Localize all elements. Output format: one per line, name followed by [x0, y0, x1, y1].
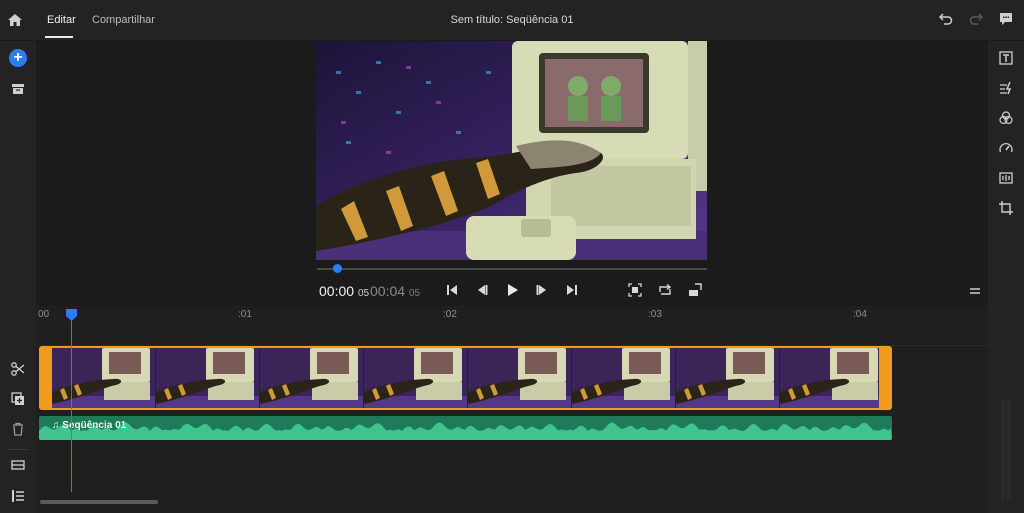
track-icon[interactable] — [10, 457, 26, 473]
comment-icon[interactable] — [998, 11, 1014, 27]
audio-track-label: ♫ Seqüência 01 — [52, 420, 127, 431]
ruler-tick: :04 — [853, 309, 867, 320]
clip-thumbnail — [780, 348, 879, 408]
skip-to-start-icon[interactable] — [444, 282, 460, 298]
audio-icon[interactable] — [998, 170, 1014, 186]
clip-thumbnail — [572, 348, 676, 408]
total-time: 00:04 — [370, 283, 406, 299]
total-timecode: 00:04 05 — [370, 283, 420, 299]
timeline-scrollbar[interactable] — [40, 500, 158, 504]
archive-icon[interactable] — [10, 81, 26, 97]
audio-waveform — [39, 422, 892, 440]
fit-frame-icon[interactable] — [627, 282, 643, 298]
audio-clip[interactable] — [39, 416, 892, 440]
play-icon[interactable] — [504, 282, 520, 298]
ruler-tick: :01 — [238, 309, 252, 320]
video-frame-image — [316, 41, 707, 260]
duplicate-icon[interactable] — [10, 391, 26, 407]
left-toolbar — [0, 41, 36, 513]
playhead-handle[interactable] — [66, 309, 77, 321]
step-forward-icon[interactable] — [534, 282, 550, 298]
transitions-icon[interactable] — [998, 80, 1014, 96]
total-frames: 05 — [408, 288, 421, 299]
preview-scrubber[interactable] — [317, 268, 707, 270]
ruler-tick: :02 — [443, 309, 457, 320]
video-preview[interactable] — [316, 41, 707, 260]
crop-icon[interactable] — [998, 200, 1014, 216]
clip-thumbnail — [676, 348, 780, 408]
current-frames: 05 — [357, 288, 370, 299]
trash-icon[interactable] — [10, 421, 26, 437]
loop-icon[interactable] — [657, 282, 673, 298]
add-media-button[interactable]: + — [9, 49, 27, 67]
audio-meter — [1001, 400, 1011, 500]
document-title: Sem título: Seqüência 01 — [450, 14, 574, 26]
scrubber-handle[interactable] — [332, 264, 342, 273]
menu-icon[interactable] — [967, 283, 983, 299]
clip-thumbnail — [260, 348, 364, 408]
clip-thumbnail — [468, 348, 572, 408]
video-clip-thumbnails[interactable] — [52, 348, 879, 408]
fullscreen-icon[interactable] — [687, 282, 703, 298]
clip-thumbnail — [364, 348, 468, 408]
clip-thumbnail — [156, 348, 260, 408]
current-timecode: 00:00 05 — [319, 283, 369, 299]
scissors-icon[interactable] — [10, 361, 26, 377]
divider — [8, 449, 28, 450]
titles-icon[interactable] — [998, 50, 1014, 66]
clip-thumbnail — [52, 348, 156, 408]
ruler-tick: 00 — [38, 309, 50, 320]
active-tab-indicator — [45, 36, 73, 38]
redo-icon[interactable] — [968, 11, 984, 27]
skip-to-end-icon[interactable] — [564, 282, 580, 298]
color-icon[interactable] — [998, 110, 1014, 126]
ruler-tick: :03 — [648, 309, 662, 320]
undo-icon[interactable] — [938, 11, 954, 27]
step-back-icon[interactable] — [474, 282, 490, 298]
speed-icon[interactable] — [998, 140, 1014, 156]
list-icon[interactable] — [10, 488, 26, 504]
playhead-line — [71, 318, 72, 492]
current-time: 00:00 — [319, 283, 355, 299]
top-bar: Editar Compartilhar Sem título: Seqüênci… — [0, 0, 1024, 41]
